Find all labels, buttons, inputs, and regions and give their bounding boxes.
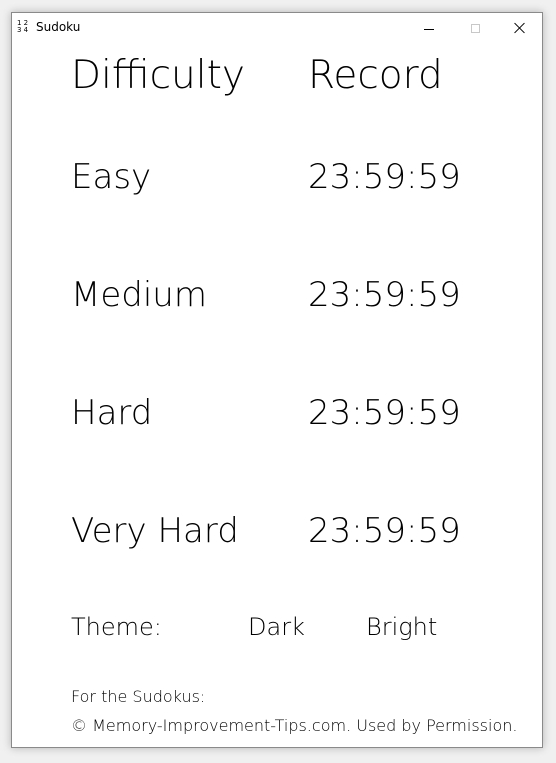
app-icon-digits-bottom: 3 4: [17, 26, 29, 34]
app-window: 1 2 3 4 Sudoku Difficulty Record Easy 23…: [11, 12, 543, 748]
minimize-button[interactable]: [406, 13, 452, 43]
close-icon: [514, 22, 526, 34]
window-title: Sudoku: [36, 20, 81, 34]
record-medium: 23:59:59: [308, 275, 461, 315]
maximize-icon: [470, 23, 480, 33]
difficulty-very-hard: Very Hard: [71, 511, 239, 551]
record-easy: 23:59:59: [308, 157, 461, 197]
difficulty-header: Difficulty: [71, 53, 245, 98]
credits-line-1: For the Sudokus:: [71, 687, 206, 706]
minimize-icon: [424, 28, 434, 30]
title-bar[interactable]: 1 2 3 4 Sudoku: [12, 13, 542, 43]
record-very-hard: 23:59:59: [308, 511, 461, 551]
difficulty-hard: Hard: [71, 393, 153, 433]
record-hard: 23:59:59: [308, 393, 461, 433]
credits-line-2: © Memory-Improvement-Tips.com. Used by P…: [71, 716, 518, 735]
difficulty-medium: Medium: [71, 275, 207, 315]
app-icon: 1 2 3 4: [17, 20, 31, 36]
close-button[interactable]: [497, 13, 543, 43]
theme-dark-button[interactable]: Dark: [248, 613, 305, 641]
record-header: Record: [308, 53, 443, 98]
difficulty-easy: Easy: [71, 157, 152, 197]
theme-bright-button[interactable]: Bright: [366, 613, 437, 641]
theme-label: Theme:: [71, 613, 162, 641]
maximize-button[interactable]: [452, 13, 498, 43]
